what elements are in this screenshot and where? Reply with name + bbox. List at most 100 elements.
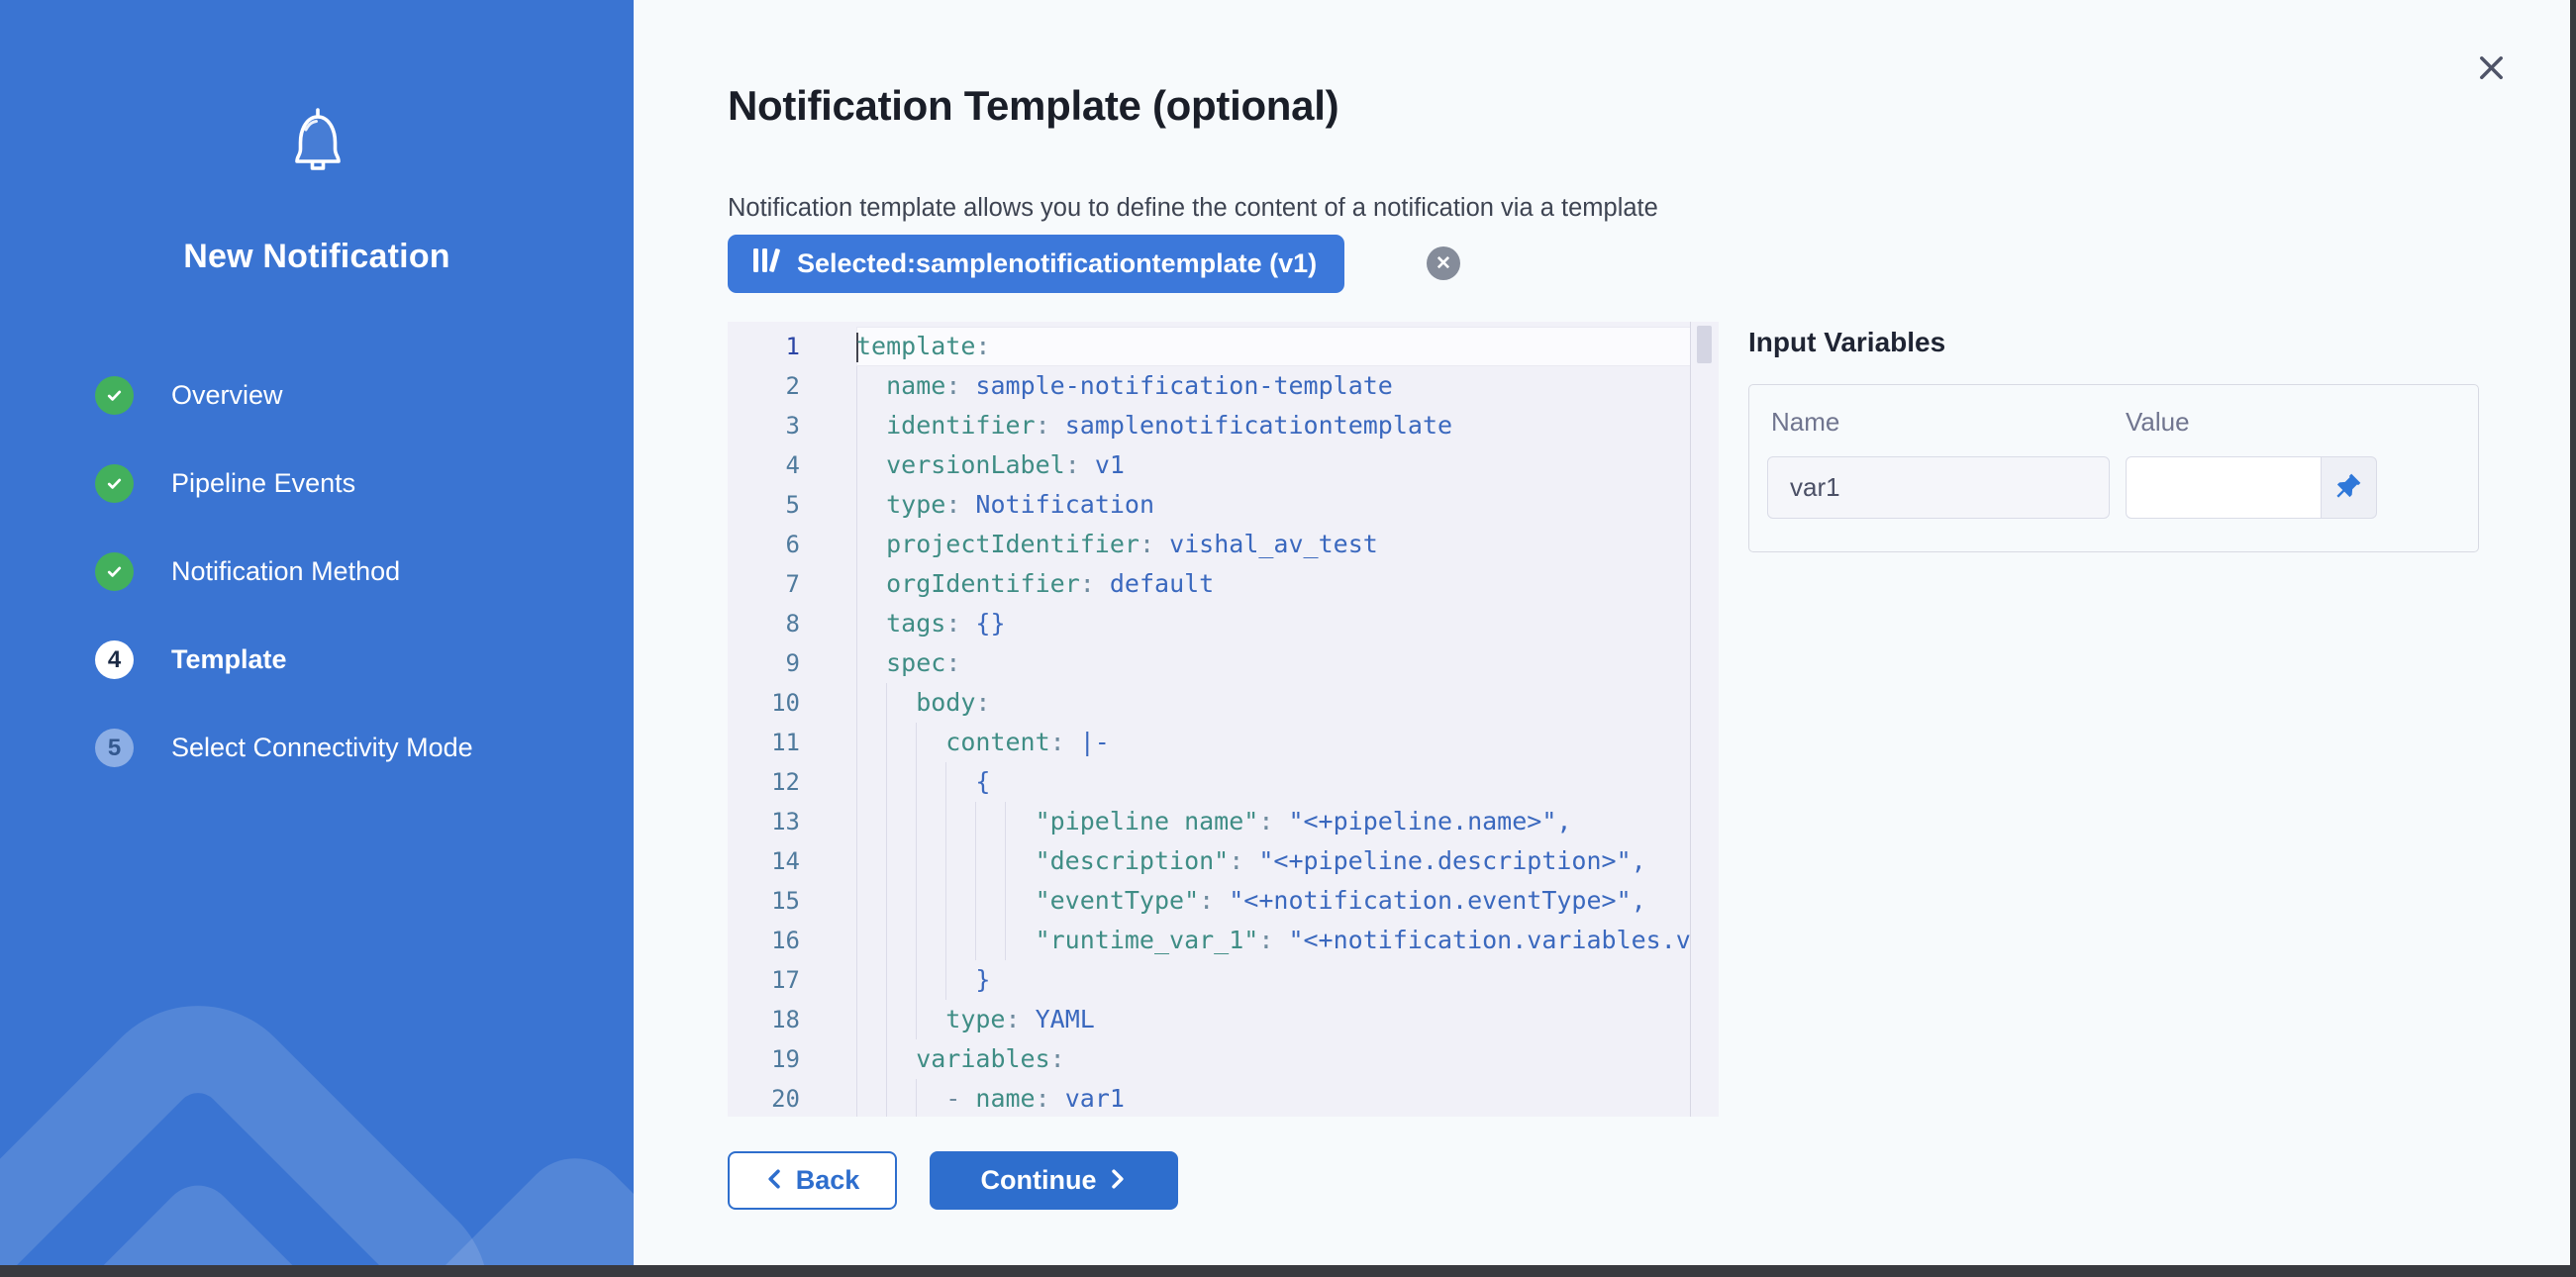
line-number: 9 <box>728 643 856 683</box>
wizard-title: New Notification <box>0 238 634 276</box>
wizard-step[interactable]: 5 Select Connectivity Mode <box>95 704 614 792</box>
code-line[interactable]: 4versionLabel: v1 <box>728 445 1719 485</box>
code-line[interactable]: 8tags: {} <box>728 604 1719 643</box>
modal-surface: New Notification Overview Pipeline Events… <box>0 0 2570 1265</box>
step-label: Template <box>171 644 287 675</box>
step-number: 4 <box>95 640 134 679</box>
close-button[interactable] <box>2469 49 2513 92</box>
remove-icon: ✕ <box>1436 252 1451 275</box>
pin-value-type-button[interactable] <box>2322 456 2377 519</box>
code-text: variables: <box>856 1039 1691 1079</box>
code-text: tags: {} <box>856 604 1691 643</box>
line-number: 17 <box>728 960 856 1000</box>
line-number: 5 <box>728 485 856 525</box>
code-line[interactable]: 13"pipeline name": "<+pipeline.name>", <box>728 802 1719 841</box>
wizard-step[interactable]: Pipeline Events <box>95 440 614 528</box>
code-line[interactable]: 2name: sample-notification-template <box>728 366 1719 406</box>
code-line[interactable]: 1template: <box>728 327 1719 366</box>
name-column-header: Name <box>1771 407 1839 438</box>
line-number: 7 <box>728 564 856 604</box>
line-number: 8 <box>728 604 856 643</box>
code-line[interactable]: 6projectIdentifier: vishal_av_test <box>728 525 1719 564</box>
yaml-code-editor[interactable]: 1template:2name: sample-notification-tem… <box>728 322 1719 1117</box>
wizard-steps: Overview Pipeline EventsNotification Meth… <box>95 351 614 792</box>
line-number: 6 <box>728 525 856 564</box>
bell-icon <box>285 107 350 185</box>
code-line[interactable]: 15"eventType": "<+notification.eventType… <box>728 881 1719 921</box>
step-number: 5 <box>95 729 134 767</box>
line-number: 10 <box>728 683 856 723</box>
code-text: body: <box>856 683 1691 723</box>
code-text: type: Notification <box>856 485 1691 525</box>
code-text: "pipeline name": "<+pipeline.name>", <box>856 802 1691 841</box>
code-text: type: YAML <box>856 1000 1691 1039</box>
wizard-step[interactable]: Overview <box>95 351 614 440</box>
code-line[interactable]: 12{ <box>728 762 1719 802</box>
check-icon <box>95 464 134 503</box>
code-text: - name: var1 <box>856 1079 1691 1117</box>
selected-template-chip[interactable]: Selected:samplenotificationtemplate (v1) <box>728 235 1344 293</box>
step-label: Overview <box>171 380 283 411</box>
code-line[interactable]: 20- name: var1 <box>728 1079 1719 1117</box>
code-text: spec: <box>856 643 1691 683</box>
brand-watermark <box>0 961 534 1265</box>
chevron-left-icon <box>765 1165 782 1196</box>
remove-template-button[interactable]: ✕ <box>1427 246 1460 280</box>
selected-template-label: Selected:samplenotificationtemplate (v1) <box>797 248 1317 279</box>
code-line[interactable]: 11content: |- <box>728 723 1719 762</box>
code-text: template: <box>856 327 1691 366</box>
template-library-icon <box>751 245 781 283</box>
chevron-right-icon <box>1110 1165 1127 1196</box>
line-number: 14 <box>728 841 856 881</box>
code-line[interactable]: 18type: YAML <box>728 1000 1719 1039</box>
code-line[interactable]: 17} <box>728 960 1719 1000</box>
code-text: identifier: samplenotificationtemplate <box>856 406 1691 445</box>
code-text: "description": "<+pipeline.description>"… <box>856 841 1691 881</box>
variable-value-group <box>2126 456 2377 519</box>
line-number: 3 <box>728 406 856 445</box>
line-number: 19 <box>728 1039 856 1079</box>
wizard-sidebar: New Notification Overview Pipeline Events… <box>0 0 634 1265</box>
code-line[interactable]: 14"description": "<+pipeline.description… <box>728 841 1719 881</box>
line-number: 15 <box>728 881 856 921</box>
code-line[interactable]: 9spec: <box>728 643 1719 683</box>
code-text: versionLabel: v1 <box>856 445 1691 485</box>
line-number: 16 <box>728 921 856 960</box>
line-number: 18 <box>728 1000 856 1039</box>
code-text: "eventType": "<+notification.eventType>"… <box>856 881 1691 921</box>
step-label: Select Connectivity Mode <box>171 733 473 763</box>
overview-ruler-cursor-mark <box>1697 326 1712 363</box>
page-description: Notification template allows you to defi… <box>728 194 1658 223</box>
code-text: content: |- <box>856 723 1691 762</box>
app: { "colors": { "dark": "#393a3f", "bg": "… <box>0 0 2576 1277</box>
code-line[interactable]: 5type: Notification <box>728 485 1719 525</box>
code-line[interactable]: 3identifier: samplenotificationtemplate <box>728 406 1719 445</box>
continue-label: Continue <box>981 1165 1097 1196</box>
line-number: 11 <box>728 723 856 762</box>
code-text: } <box>856 960 1691 1000</box>
code-line[interactable]: 16"runtime_var_1": "<+notification.varia… <box>728 921 1719 960</box>
close-icon <box>2475 51 2508 89</box>
code-text: name: sample-notification-template <box>856 366 1691 406</box>
variable-value-input[interactable] <box>2126 456 2322 519</box>
line-number: 20 <box>728 1079 856 1117</box>
input-variables-card: Name Value var1 <box>1748 384 2479 552</box>
wizard-step[interactable]: 4 Template <box>95 616 614 704</box>
code-text: "runtime_var_1": "<+notification.variabl… <box>856 921 1691 960</box>
check-icon <box>95 552 134 591</box>
code-line[interactable]: 7orgIdentifier: default <box>728 564 1719 604</box>
code-text: { <box>856 762 1691 802</box>
variable-name-field[interactable]: var1 <box>1767 456 2110 519</box>
line-number: 13 <box>728 802 856 841</box>
code-lines: 1template:2name: sample-notification-tem… <box>728 322 1719 1117</box>
back-button[interactable]: Back <box>728 1151 897 1210</box>
code-line[interactable]: 19variables: <box>728 1039 1719 1079</box>
line-number: 1 <box>728 327 856 366</box>
line-number: 12 <box>728 762 856 802</box>
continue-button[interactable]: Continue <box>930 1151 1178 1210</box>
code-line[interactable]: 10body: <box>728 683 1719 723</box>
code-text: projectIdentifier: vishal_av_test <box>856 525 1691 564</box>
pin-icon <box>2334 471 2363 505</box>
input-variables-title: Input Variables <box>1748 327 1945 358</box>
wizard-step[interactable]: Notification Method <box>95 528 614 616</box>
